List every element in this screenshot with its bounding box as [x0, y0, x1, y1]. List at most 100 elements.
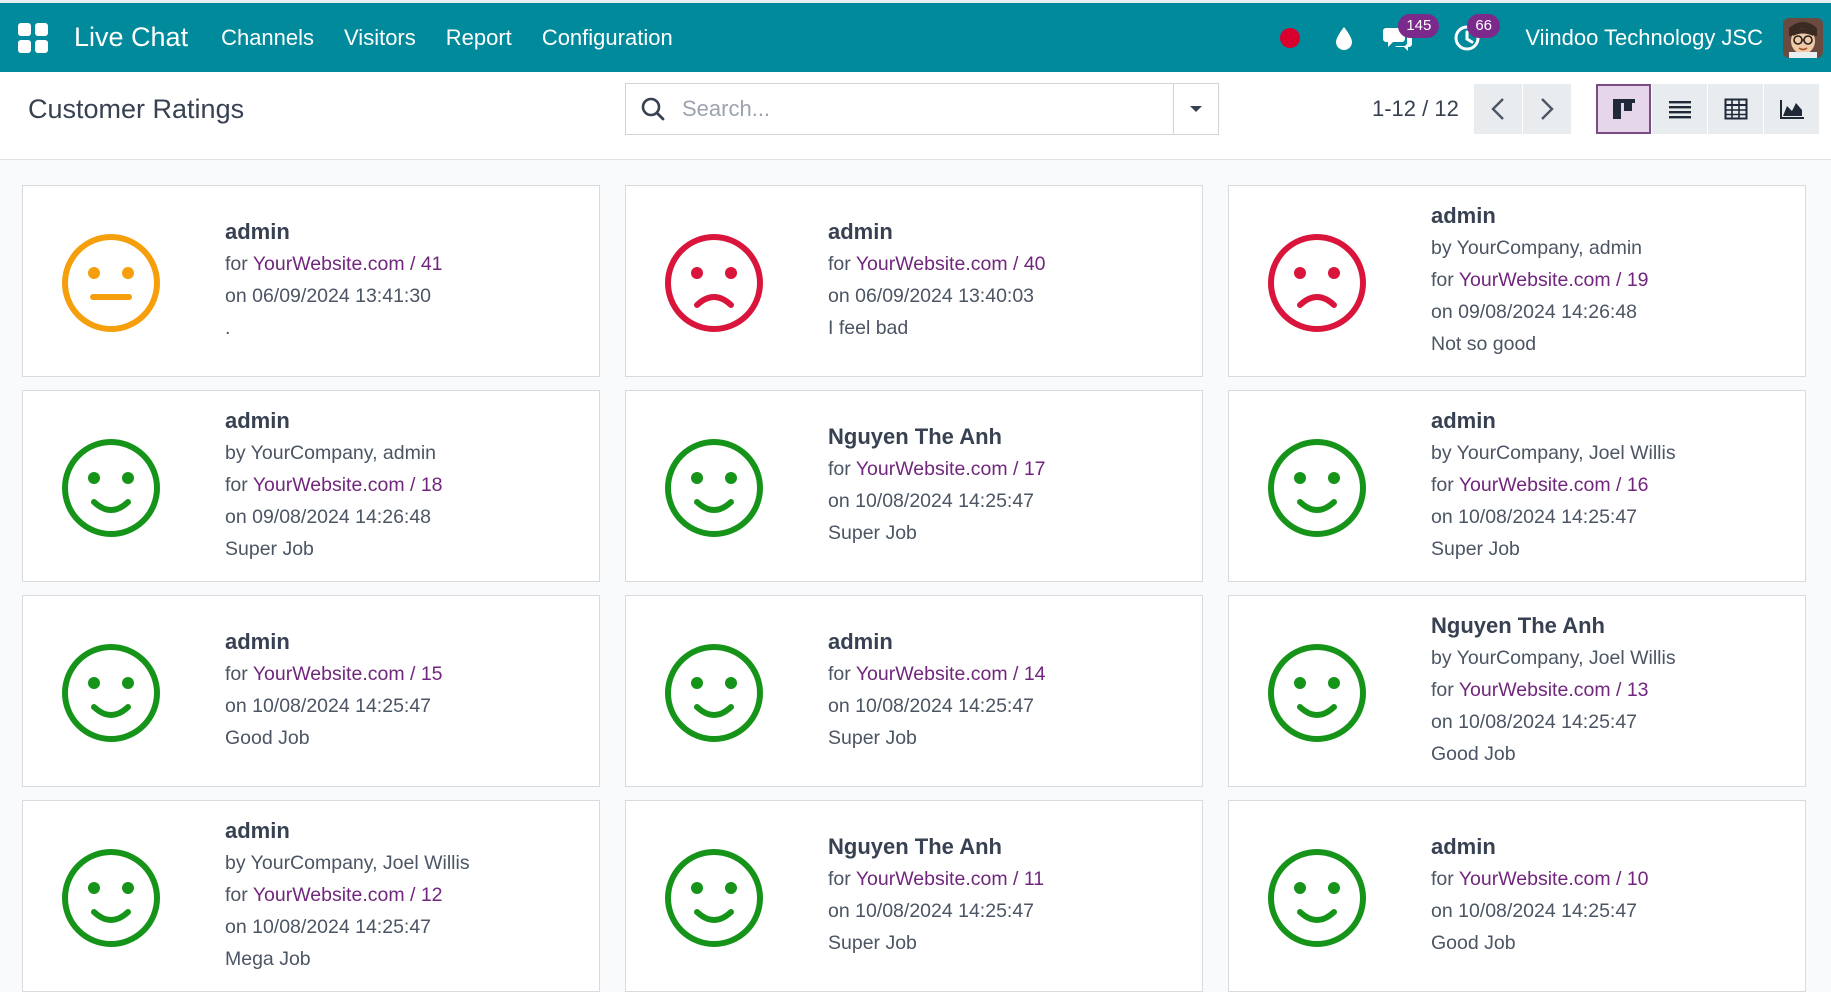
rating-feedback: Super Job — [225, 538, 314, 560]
rating-date: on 10/08/2024 14:25:47 — [225, 916, 432, 938]
unhappy-smiley-icon — [665, 234, 763, 332]
rating-author: Nguyen The Anh — [828, 424, 1002, 449]
rating-author: Nguyen The Anh — [1431, 613, 1605, 638]
rating-for-prefix: for — [1431, 474, 1459, 496]
rating-feedback: I feel bad — [828, 317, 909, 339]
rating-feedback: Super Job — [828, 932, 917, 954]
rating-for-prefix: for — [225, 663, 253, 685]
rating-card[interactable]: admin for YourWebsite.com / 10 on 10/08/20… — [1228, 800, 1806, 992]
menu-item-configuration[interactable]: Configuration — [542, 25, 673, 51]
list-view-button[interactable] — [1652, 84, 1707, 134]
rating-record-link[interactable]: YourWebsite.com / 17 — [856, 458, 1046, 480]
happy-smiley-icon — [62, 849, 160, 947]
rating-feedback: Good Job — [1431, 743, 1516, 765]
company-switcher[interactable]: Viindoo Technology JSC — [1525, 25, 1763, 51]
rating-by: by YourCompany, Joel Willis — [225, 852, 470, 874]
rating-author: admin — [1431, 408, 1496, 433]
rating-info: admin by YourCompany, admin for YourWebsit… — [225, 405, 443, 565]
rating-record-link[interactable]: YourWebsite.com / 19 — [1459, 269, 1649, 291]
rating-record-link[interactable]: YourWebsite.com / 40 — [856, 253, 1046, 275]
rating-author: admin — [225, 408, 290, 433]
page-title: Customer Ratings — [28, 94, 245, 124]
rating-record-link[interactable]: YourWebsite.com / 12 — [253, 884, 443, 906]
rating-for-prefix: for — [828, 253, 856, 275]
happy-smiley-icon — [1268, 849, 1366, 947]
menu-item-channels[interactable]: Channels — [221, 25, 314, 51]
rating-record-link[interactable]: YourWebsite.com / 13 — [1459, 679, 1649, 701]
user-avatar[interactable] — [1783, 17, 1823, 58]
rating-date: on 09/08/2024 14:26:48 — [225, 506, 432, 528]
rating-record-link[interactable]: YourWebsite.com / 16 — [1459, 474, 1649, 496]
rating-record-link[interactable]: YourWebsite.com / 11 — [856, 868, 1044, 890]
rating-author: admin — [225, 219, 290, 244]
rating-card[interactable]: Nguyen The Anh for YourWebsite.com / 11 on… — [625, 800, 1203, 992]
area-chart-icon — [1779, 100, 1804, 119]
rating-card[interactable]: admin for YourWebsite.com / 14 on 10/08/20… — [625, 595, 1203, 787]
rating-date: on 09/08/2024 14:26:48 — [1431, 301, 1638, 323]
rating-date: on 06/09/2024 13:41:30 — [225, 285, 432, 307]
app-brand[interactable]: Live Chat — [74, 22, 188, 53]
rating-date: on 10/08/2024 14:25:47 — [828, 695, 1035, 717]
rating-date: on 06/09/2024 13:40:03 — [828, 285, 1035, 307]
rating-card[interactable]: admin by YourCompany, admin for YourWebsit… — [1228, 185, 1806, 377]
rating-for: for YourWebsite.com / 14 — [828, 658, 1046, 690]
rating-date: on 10/08/2024 14:25:47 — [1431, 900, 1638, 922]
rating-date: on 10/08/2024 14:25:47 — [225, 695, 432, 717]
pivot-view-button[interactable] — [1708, 84, 1763, 134]
pager-next-button[interactable] — [1523, 84, 1571, 134]
rating-card[interactable]: Nguyen The Anh for YourWebsite.com / 17 on… — [625, 390, 1203, 582]
menu-item-report[interactable]: Report — [446, 25, 512, 51]
menu-item-visitors[interactable]: Visitors — [344, 25, 416, 51]
rating-date: on 10/08/2024 14:25:47 — [1431, 711, 1638, 733]
rating-card[interactable]: admin by YourCompany, admin for YourWebsit… — [22, 390, 600, 582]
rating-for: for YourWebsite.com / 19 — [1431, 264, 1649, 296]
graph-view-button[interactable] — [1764, 84, 1819, 134]
rating-for: for YourWebsite.com / 13 — [1431, 674, 1676, 706]
activities-clock-icon[interactable]: 66 — [1449, 13, 1500, 56]
search-box[interactable] — [625, 83, 1219, 135]
rating-for: for YourWebsite.com / 10 — [1431, 863, 1649, 895]
rating-info: admin for YourWebsite.com / 10 on 10/08/20… — [1431, 831, 1649, 959]
happy-smiley-icon — [1268, 439, 1366, 537]
kanban-view-button[interactable] — [1596, 84, 1651, 134]
neutral-smiley-icon — [62, 234, 160, 332]
rating-for-prefix: for — [828, 663, 856, 685]
rating-info: admin for YourWebsite.com / 40 on 06/09/20… — [828, 216, 1046, 344]
rating-for: for YourWebsite.com / 41 — [225, 248, 443, 280]
pager-value[interactable]: 1-12 / 12 — [1372, 96, 1459, 122]
rating-for-prefix: for — [1431, 868, 1459, 890]
search-options-toggle[interactable] — [1173, 84, 1218, 134]
rating-for-prefix: for — [1431, 269, 1459, 291]
rating-record-link[interactable]: YourWebsite.com / 14 — [856, 663, 1046, 685]
search-input[interactable] — [680, 95, 1144, 123]
pager-previous-button[interactable] — [1474, 84, 1522, 134]
rating-feedback: Super Job — [1431, 538, 1520, 560]
rating-card[interactable]: Nguyen The Anh by YourCompany, Joel Willi… — [1228, 595, 1806, 787]
rating-card[interactable]: admin by YourCompany, Joel Willis for Your… — [22, 800, 600, 992]
rating-for-prefix: for — [828, 868, 856, 890]
rating-info: admin by YourCompany, Joel Willis for Your… — [1431, 405, 1676, 565]
chevron-right-icon — [1541, 98, 1554, 120]
rating-by: by YourCompany, Joel Willis — [1431, 442, 1676, 464]
rating-record-link[interactable]: YourWebsite.com / 41 — [253, 253, 443, 275]
messages-icon[interactable]: 145 — [1380, 13, 1440, 56]
drop-icon[interactable] — [1326, 20, 1362, 56]
rating-feedback: Mega Job — [225, 948, 311, 970]
rating-author: admin — [1431, 834, 1496, 859]
recording-dot-icon[interactable] — [1272, 20, 1308, 56]
rating-record-link[interactable]: YourWebsite.com / 15 — [253, 663, 443, 685]
rating-record-link[interactable]: YourWebsite.com / 10 — [1459, 868, 1649, 890]
app-menu-icon[interactable] — [18, 22, 48, 53]
rating-card[interactable]: admin for YourWebsite.com / 41 on 06/09/20… — [22, 185, 600, 377]
rating-card[interactable]: admin for YourWebsite.com / 15 on 10/08/20… — [22, 595, 600, 787]
control-panel: Customer Ratings 1-12 / 12 — [0, 72, 1831, 160]
rating-card[interactable]: admin for YourWebsite.com / 40 on 06/09/20… — [625, 185, 1203, 377]
kanban-view-icon — [1612, 99, 1635, 119]
rating-author: admin — [1431, 203, 1496, 228]
chevron-left-icon — [1491, 98, 1504, 120]
rating-author: admin — [225, 818, 290, 843]
rating-record-link[interactable]: YourWebsite.com / 18 — [253, 474, 443, 496]
rating-card[interactable]: admin by YourCompany, Joel Willis for Your… — [1228, 390, 1806, 582]
rating-author: admin — [225, 629, 290, 654]
happy-smiley-icon — [665, 439, 763, 537]
